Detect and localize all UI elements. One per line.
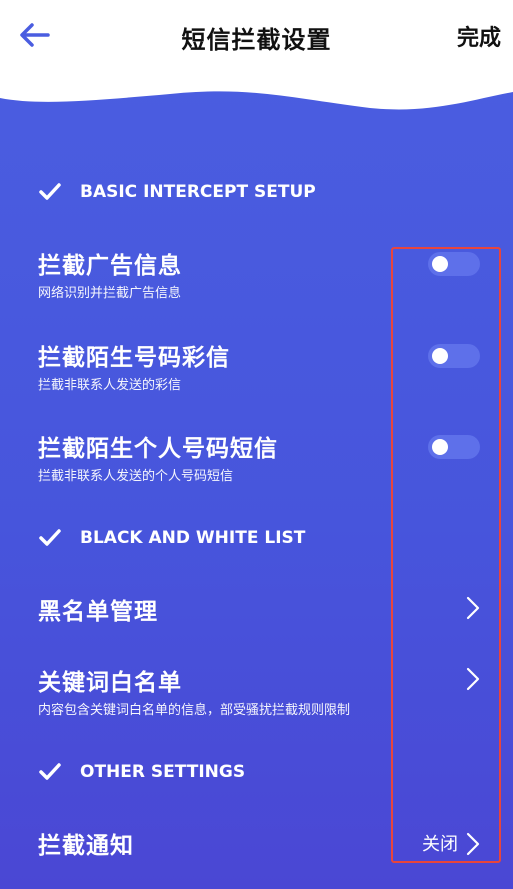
wave-divider xyxy=(0,78,513,110)
check-icon xyxy=(39,529,61,546)
back-arrow-icon[interactable] xyxy=(18,22,52,48)
header-bar: 短信拦截设置 完成 xyxy=(0,0,513,78)
setting-subtitle: 拦截非联系人发送的彩信 xyxy=(38,378,182,393)
setting-subtitle: 网络识别并拦截广告信息 xyxy=(38,286,182,301)
done-button[interactable]: 完成 xyxy=(457,20,501,52)
notify-title: 拦截通知 xyxy=(38,833,134,859)
setting-title: 拦截陌生个人号码短信 xyxy=(38,436,278,462)
list-title: 关键词白名单 xyxy=(38,670,182,696)
highlight-annotation-box xyxy=(391,247,501,863)
setting-title: 拦截广告信息 xyxy=(38,253,182,279)
section-title: OTHER SETTINGS xyxy=(80,762,246,782)
check-icon xyxy=(39,763,61,780)
list-subtitle: 内容包含关键词白名单的信息，部受骚扰拦截规则限制 xyxy=(38,703,351,718)
list-title: 黑名单管理 xyxy=(38,599,158,625)
page-title: 短信拦截设置 xyxy=(181,26,332,54)
setting-subtitle: 拦截非联系人发送的个人号码短信 xyxy=(38,469,234,484)
setting-title: 拦截陌生号码彩信 xyxy=(38,345,230,371)
section-title: BASIC INTERCEPT SETUP xyxy=(80,182,316,202)
check-icon xyxy=(39,183,61,200)
section-title: BLACK AND WHITE LIST xyxy=(80,528,306,548)
